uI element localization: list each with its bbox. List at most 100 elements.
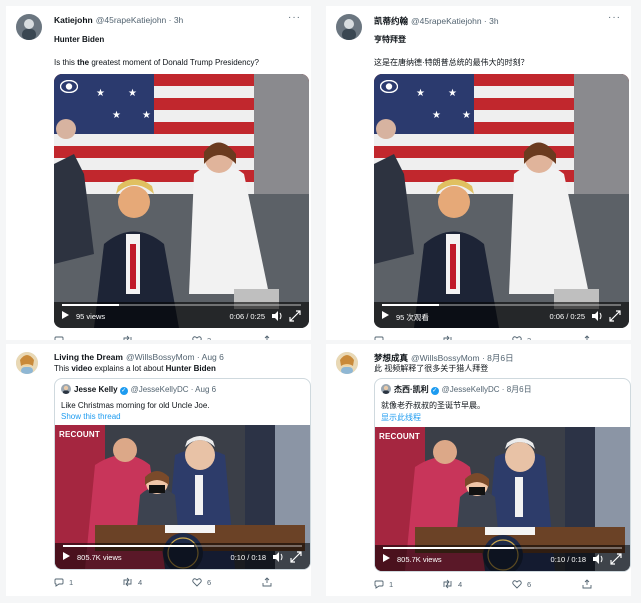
quoted-tweet[interactable]: 杰西·凯利 ✓ @JesseKellyDC · 8月6日 就像老乔叔叔的圣诞节早晨。…	[374, 378, 631, 572]
video-player[interactable]: RECOUNT 805.7K views 0:10 / 0:18	[375, 427, 630, 571]
share-button[interactable]	[262, 577, 272, 587]
fullscreen-icon[interactable]	[609, 310, 621, 322]
share-button[interactable]	[262, 335, 272, 340]
volume-icon[interactable]	[592, 553, 604, 565]
user-handle[interactable]: @WillsBossyMom · Aug 6	[126, 352, 224, 362]
volume-icon[interactable]	[591, 310, 603, 322]
view-count: 95 次观看	[396, 313, 429, 322]
fullscreen-icon[interactable]	[610, 553, 622, 565]
avatar[interactable]	[16, 14, 42, 40]
video-thumbnail-sotu: ★ ★ ★ ★	[54, 74, 309, 328]
retweet-button[interactable]: 4	[122, 577, 142, 587]
quoted-display-name[interactable]: Jesse Kelly	[74, 385, 118, 394]
display-name[interactable]: 凯蒂约翰	[374, 16, 408, 26]
tweet-card-3[interactable]: Living the Dream @WillsBossyMom · Aug 6 T…	[6, 344, 311, 596]
video-player[interactable]: RECOUNT 805.7K views 0:10 / 0:18	[55, 425, 310, 569]
retweet-icon	[443, 335, 452, 340]
avatar[interactable]	[336, 352, 358, 374]
tweet-header: 凯蒂约翰 @45rapeKatiejohn · 3h ···	[334, 12, 623, 40]
video-time: 0:06 / 0:25	[549, 312, 585, 321]
volume-icon[interactable]	[271, 310, 283, 322]
view-count: 805.7K views	[397, 555, 442, 564]
reply-button[interactable]: 1	[374, 579, 393, 589]
reply-button[interactable]	[374, 335, 389, 340]
like-icon	[192, 336, 202, 340]
tweet-header: 梦想成真 @WillsBossyMom · 8月6日	[334, 350, 623, 374]
view-count: 95 views	[76, 312, 106, 321]
video-progress-bar[interactable]	[383, 547, 622, 549]
verified-icon: ✓	[119, 387, 128, 395]
retweet-button[interactable]	[122, 335, 138, 340]
svg-text:★: ★	[416, 88, 425, 99]
user-handle[interactable]: @45rapeKatiejohn · 3h	[96, 15, 184, 25]
recount-logo: RECOUNT	[59, 430, 100, 439]
svg-text:★: ★	[432, 110, 441, 121]
tweet-header: Living the Dream @WillsBossyMom · Aug 6	[14, 350, 303, 374]
tweet-card-2[interactable]: 凯蒂约翰 @45rapeKatiejohn · 3h ··· 亨特拜登 这是在唐纳…	[326, 6, 631, 340]
video-controls: 95 次观看 0:06 / 0:25	[374, 302, 629, 328]
video-progress-bar[interactable]	[62, 304, 301, 306]
quoted-user-handle[interactable]: @JesseKellyDC · Aug 6	[131, 385, 217, 394]
avatar[interactable]	[381, 384, 391, 394]
retweet-count: 4	[458, 579, 463, 589]
quoted-tweet-header: 杰西·凯利 ✓ @JesseKellyDC · 8月6日	[375, 379, 630, 398]
like-button[interactable]: 6	[512, 579, 531, 589]
video-progress-bar[interactable]	[382, 304, 621, 306]
user-handle[interactable]: @45rapeKatiejohn · 3h	[411, 16, 499, 26]
reply-icon	[54, 336, 64, 340]
like-button[interactable]: 3	[192, 335, 211, 340]
svg-text:★: ★	[112, 110, 121, 121]
reply-button[interactable]: 1	[54, 577, 73, 587]
show-thread-link[interactable]: 显示此线程	[375, 411, 630, 427]
avatar[interactable]	[61, 384, 71, 394]
tweet-text-line2: Is this the greatest moment of Donald Tr…	[54, 58, 259, 67]
video-player[interactable]: ★ ★ ★ ★ 95 views 0:06 / 0:25	[54, 74, 309, 328]
retweet-button[interactable]: 4	[442, 579, 462, 589]
share-button[interactable]	[582, 579, 592, 589]
retweet-count: 4	[138, 577, 143, 587]
like-icon	[512, 336, 522, 340]
play-icon[interactable]	[383, 554, 390, 562]
user-handle[interactable]: @WillsBossyMom · 8月6日	[411, 353, 514, 363]
video-player[interactable]: ★ ★ ★ ★ 95 次观看 0:06 / 0:25	[374, 74, 629, 328]
video-progress-bar[interactable]	[63, 545, 302, 547]
share-button[interactable]	[582, 335, 592, 340]
tweet-actions: 3	[54, 332, 303, 340]
more-icon[interactable]: ···	[608, 12, 621, 23]
display-name[interactable]: Katiejohn	[54, 15, 93, 25]
volume-icon[interactable]	[272, 551, 284, 563]
tweet-actions: 1 4 6	[54, 574, 303, 592]
video-controls: 95 views 0:06 / 0:25	[54, 302, 309, 328]
show-thread-link[interactable]: Show this thread	[55, 411, 310, 425]
tweet-card-1[interactable]: Katiejohn @45rapeKatiejohn · 3h ··· Hunte…	[6, 6, 311, 340]
display-name[interactable]: 梦想成真	[374, 353, 408, 363]
like-count: 3	[527, 335, 532, 341]
reply-button[interactable]	[54, 335, 69, 340]
tweet-card-4[interactable]: 梦想成真 @WillsBossyMom · 8月6日 此 视频解释了很多关于猎人拜…	[326, 344, 631, 596]
avatar[interactable]	[16, 352, 38, 374]
display-name[interactable]: Living the Dream	[54, 352, 123, 362]
like-button[interactable]: 3	[512, 335, 531, 340]
quoted-user-handle[interactable]: @JesseKellyDC · 8月6日	[442, 385, 532, 394]
like-button[interactable]: 6	[192, 577, 211, 587]
reply-count: 1	[389, 579, 394, 589]
like-count: 3	[207, 335, 212, 341]
retweet-icon	[123, 335, 132, 340]
video-controls: 805.7K views 0:10 / 0:18	[55, 543, 310, 569]
quoted-tweet[interactable]: Jesse Kelly ✓ @JesseKellyDC · Aug 6 Like C…	[54, 378, 311, 570]
like-count: 6	[527, 579, 532, 589]
avatar[interactable]	[336, 14, 362, 40]
video-controls: 805.7K views 0:10 / 0:18	[375, 545, 630, 571]
play-icon[interactable]	[382, 311, 389, 319]
video-time: 0:06 / 0:25	[229, 312, 265, 321]
video-time: 0:10 / 0:18	[550, 555, 586, 564]
cbs-eye-logo	[60, 80, 78, 93]
play-icon[interactable]	[63, 552, 70, 560]
quoted-display-name[interactable]: 杰西·凯利	[394, 385, 429, 394]
fullscreen-icon[interactable]	[289, 310, 301, 322]
more-icon[interactable]: ···	[288, 12, 301, 23]
retweet-button[interactable]	[442, 335, 458, 340]
recount-logo: RECOUNT	[379, 432, 420, 441]
fullscreen-icon[interactable]	[290, 551, 302, 563]
play-icon[interactable]	[62, 311, 69, 319]
